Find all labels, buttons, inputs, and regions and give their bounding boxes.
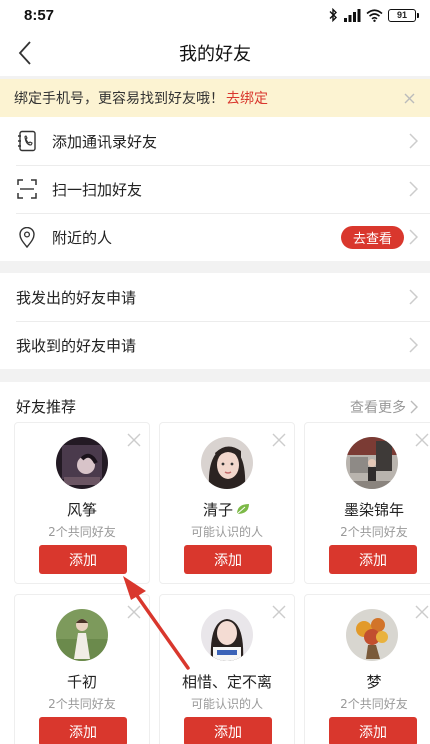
friend-card: 清子 可能认识的人 添加: [159, 422, 295, 584]
friend-requests-menu: 我发出的好友申请 我收到的好友申请: [0, 273, 430, 369]
dismiss-icon[interactable]: [415, 605, 429, 619]
friend-relation: 2个共同好友: [340, 697, 408, 711]
avatar[interactable]: [56, 437, 108, 489]
add-friend-button[interactable]: 添加: [39, 717, 127, 744]
friend-relation: 2个共同好友: [340, 525, 408, 539]
received-requests-label: 我收到的好友申请: [16, 336, 137, 355]
phone-book-icon: [16, 130, 38, 152]
scan-label: 扫一扫加好友: [52, 180, 143, 199]
bind-phone-banner: 绑定手机号，更容易找到好友哦！ 去绑定: [0, 79, 430, 117]
status-icons: 91: [328, 8, 419, 22]
chevron-right-icon: [409, 289, 418, 305]
wifi-icon: [366, 8, 383, 22]
add-friend-button[interactable]: 添加: [184, 717, 272, 744]
recommend-title: 好友推荐: [16, 398, 77, 416]
friend-relation: 可能认识的人: [190, 697, 263, 711]
avatar[interactable]: [201, 437, 253, 489]
friend-relation: 2个共同好友: [48, 697, 116, 711]
avatar[interactable]: [56, 609, 108, 661]
nearby-label: 附近的人: [52, 228, 113, 247]
dismiss-icon[interactable]: [272, 605, 286, 619]
chevron-right-icon: [409, 229, 418, 245]
avatar[interactable]: [201, 609, 253, 661]
avatar[interactable]: [346, 609, 398, 661]
friend-name: 风筝: [66, 501, 97, 519]
status-time: 8:57: [24, 6, 55, 24]
add-friend-button[interactable]: 添加: [329, 717, 417, 744]
sent-requests-label: 我发出的好友申请: [16, 288, 137, 307]
friend-relation: 2个共同好友: [48, 525, 116, 539]
friend-card: 千初 2个共同好友 添加: [14, 594, 150, 744]
battery-level: 91: [396, 10, 407, 20]
status-bar: 8:57 91: [0, 0, 430, 30]
scan-icon: [16, 178, 38, 200]
close-icon: [404, 93, 414, 103]
dismiss-icon[interactable]: [127, 605, 141, 619]
nearby-row[interactable]: 附近的人 去查看: [0, 213, 430, 261]
add-friend-button[interactable]: 添加: [39, 545, 127, 574]
friend-relation: 可能认识的人: [190, 525, 263, 539]
friend-card: 相惜、定不离 可能认识的人 添加: [159, 594, 295, 744]
view-nearby-button[interactable]: 去查看: [340, 226, 404, 249]
banner-close-button[interactable]: [400, 89, 418, 107]
chevron-left-icon: [18, 41, 31, 65]
battery-icon: 91: [388, 8, 419, 22]
bind-phone-link[interactable]: 去绑定: [226, 88, 268, 108]
back-button[interactable]: [10, 36, 40, 70]
chevron-right-icon: [410, 400, 418, 414]
received-requests-row[interactable]: 我收到的好友申请: [0, 321, 430, 369]
friend-name: 墨染锦年: [343, 501, 404, 519]
nav-bar: 我的好友: [0, 30, 430, 76]
friend-recommendations: 好友推荐 查看更多 风筝 2个共同好友 添加 清子 可能认识的人 添加 墨染锦年…: [0, 382, 430, 744]
add-friend-button[interactable]: 添加: [329, 545, 417, 574]
friend-name: 梦: [366, 673, 382, 691]
leaf-icon: [236, 504, 249, 515]
avatar[interactable]: [346, 437, 398, 489]
banner-text: 绑定手机号，更容易找到好友哦！: [14, 91, 224, 107]
friend-name: 相惜、定不离: [181, 673, 272, 691]
friend-name: 千初: [66, 673, 97, 691]
see-more-link[interactable]: 查看更多: [350, 397, 418, 417]
chevron-right-icon: [409, 337, 418, 353]
page-title: 我的好友: [179, 44, 251, 65]
dismiss-icon[interactable]: [272, 433, 286, 447]
friend-card: 墨染锦年 2个共同好友 添加: [304, 422, 430, 584]
friend-card: 梦 2个共同好友 添加: [304, 594, 430, 744]
see-more-label: 查看更多: [350, 400, 406, 416]
add-friend-button[interactable]: 添加: [184, 545, 272, 574]
bluetooth-icon: [329, 8, 337, 22]
location-pin-icon: [16, 226, 38, 248]
add-friend-menu: 添加通讯录好友 扫一扫加好友 附近的人 去查看: [0, 117, 430, 261]
scan-row[interactable]: 扫一扫加好友: [0, 165, 430, 213]
chevron-right-icon: [409, 181, 418, 197]
signal-icon: [344, 8, 361, 22]
friend-card: 风筝 2个共同好友 添加: [14, 422, 150, 584]
add-contacts-row[interactable]: 添加通讯录好友: [0, 117, 430, 165]
dismiss-icon[interactable]: [415, 433, 429, 447]
chevron-right-icon: [409, 133, 418, 149]
sent-requests-row[interactable]: 我发出的好友申请: [0, 273, 430, 321]
friend-name: 清子: [160, 499, 294, 520]
dismiss-icon[interactable]: [127, 433, 141, 447]
add-contacts-label: 添加通讯录好友: [52, 132, 158, 151]
